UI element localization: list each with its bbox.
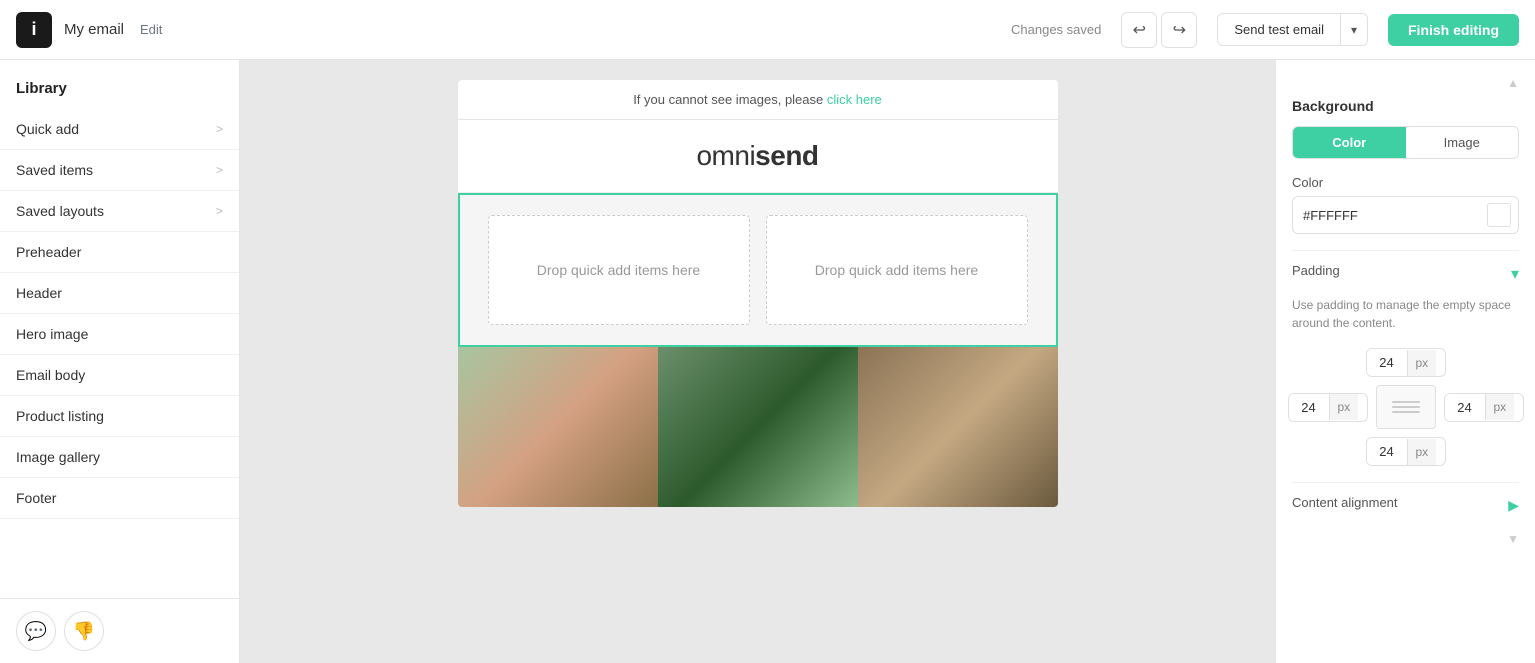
- color-swatch[interactable]: [1487, 203, 1511, 227]
- scroll-up-icon: ▲: [1507, 76, 1519, 90]
- px-label-right: px: [1485, 394, 1515, 420]
- finish-editing-button[interactable]: Finish editing: [1388, 14, 1519, 46]
- content-alignment-row: Content alignment ▶: [1292, 495, 1519, 516]
- gallery-image-3: [858, 347, 1058, 507]
- background-tab-group: Color Image: [1292, 126, 1519, 159]
- sidebar-item-hero-image[interactable]: Hero image: [0, 314, 239, 355]
- tab-image-button[interactable]: Image: [1406, 127, 1519, 158]
- canvas-area: If you cannot see images, please click h…: [240, 60, 1275, 663]
- image-gallery-section: [458, 347, 1058, 507]
- drop-zone-right[interactable]: Drop quick add items here: [766, 215, 1028, 325]
- padding-grid: px px px: [1292, 348, 1519, 466]
- sidebar-item-quick-add[interactable]: Quick add >: [0, 109, 239, 150]
- color-value-input[interactable]: [1303, 208, 1479, 223]
- click-here-link[interactable]: click here: [827, 92, 882, 107]
- sidebar-item-image-gallery[interactable]: Image gallery: [0, 437, 239, 478]
- content-alignment-label: Content alignment: [1292, 495, 1398, 510]
- px-label-left: px: [1329, 394, 1359, 420]
- padding-chevron-icon[interactable]: ▾: [1511, 264, 1519, 284]
- padding-center-icon: [1376, 385, 1436, 429]
- gallery-image-1: [458, 347, 658, 507]
- email-preview-bar: If you cannot see images, please click h…: [458, 80, 1058, 120]
- quick-add-inner: Drop quick add items here Drop quick add…: [460, 195, 1056, 345]
- drop-zone-left[interactable]: Drop quick add items here: [488, 215, 750, 325]
- undo-button[interactable]: ↩: [1121, 12, 1157, 48]
- padding-right-input-group[interactable]: px: [1444, 393, 1524, 422]
- content-alignment-chevron-icon[interactable]: ▶: [1508, 497, 1519, 514]
- sidebar-item-saved-items[interactable]: Saved items >: [0, 150, 239, 191]
- chevron-right-icon: >: [216, 122, 223, 136]
- thumbsdown-button[interactable]: 👎: [64, 611, 104, 651]
- sidebar-item-preheader[interactable]: Preheader: [0, 232, 239, 273]
- px-label-bottom: px: [1407, 439, 1437, 465]
- app-logo: i: [16, 12, 52, 48]
- padding-center-row: px px: [1288, 385, 1524, 429]
- padding-label: Padding: [1292, 263, 1340, 278]
- color-field-label: Color: [1292, 175, 1519, 190]
- padding-top-input[interactable]: [1367, 349, 1407, 376]
- library-title: Library: [0, 60, 239, 109]
- send-test-button[interactable]: Send test email: [1218, 14, 1340, 45]
- padding-left-input[interactable]: [1289, 394, 1329, 421]
- undo-redo-group: ↩ ↪: [1121, 12, 1197, 48]
- sidebar-item-footer[interactable]: Footer: [0, 478, 239, 519]
- sidebar-item-email-body[interactable]: Email body: [0, 355, 239, 396]
- redo-button[interactable]: ↪: [1161, 12, 1197, 48]
- right-panel: ▲ Background Color Image Color Padding ▾…: [1275, 60, 1535, 663]
- padding-left-input-group[interactable]: px: [1288, 393, 1368, 422]
- changes-saved-status: Changes saved: [1011, 22, 1101, 37]
- send-test-group: Send test email ▾: [1217, 13, 1368, 46]
- chat-button[interactable]: 💬: [16, 611, 56, 651]
- app-title: My email: [64, 21, 124, 38]
- main-layout: Library Quick add > Saved items > Saved …: [0, 60, 1535, 663]
- scroll-down-icon: ▼: [1507, 532, 1519, 546]
- chevron-right-icon: >: [216, 163, 223, 177]
- quick-add-section[interactable]: Drop quick add items here Drop quick add…: [458, 193, 1058, 347]
- chat-buttons-area: 💬 👎: [0, 598, 239, 663]
- left-sidebar: Library Quick add > Saved items > Saved …: [0, 60, 240, 663]
- tab-color-button[interactable]: Color: [1293, 127, 1406, 158]
- padding-bottom-input[interactable]: [1367, 438, 1407, 465]
- send-test-dropdown-button[interactable]: ▾: [1340, 14, 1367, 45]
- gallery-row: [458, 347, 1058, 507]
- email-logo-section: omnisend: [458, 120, 1058, 193]
- padding-section-header: Padding ▾: [1292, 263, 1519, 284]
- content-lines-icon: [1392, 401, 1420, 413]
- color-input-row[interactable]: [1292, 196, 1519, 234]
- sidebar-item-product-listing[interactable]: Product listing: [0, 396, 239, 437]
- topbar: i My email Edit Changes saved ↩ ↪ Send t…: [0, 0, 1535, 60]
- omnisend-logo: omnisend: [696, 140, 818, 172]
- px-label-top: px: [1407, 350, 1437, 376]
- padding-description: Use padding to manage the empty space ar…: [1292, 296, 1519, 332]
- padding-top-input-group[interactable]: px: [1366, 348, 1446, 377]
- sidebar-item-saved-layouts[interactable]: Saved layouts >: [0, 191, 239, 232]
- padding-bottom-input-group[interactable]: px: [1366, 437, 1446, 466]
- edit-link[interactable]: Edit: [140, 22, 162, 37]
- email-canvas: If you cannot see images, please click h…: [458, 80, 1058, 507]
- gallery-image-2: [658, 347, 858, 507]
- background-section-title: Background: [1292, 98, 1519, 114]
- sidebar-item-header[interactable]: Header: [0, 273, 239, 314]
- padding-right-input[interactable]: [1445, 394, 1485, 421]
- chevron-right-icon: >: [216, 204, 223, 218]
